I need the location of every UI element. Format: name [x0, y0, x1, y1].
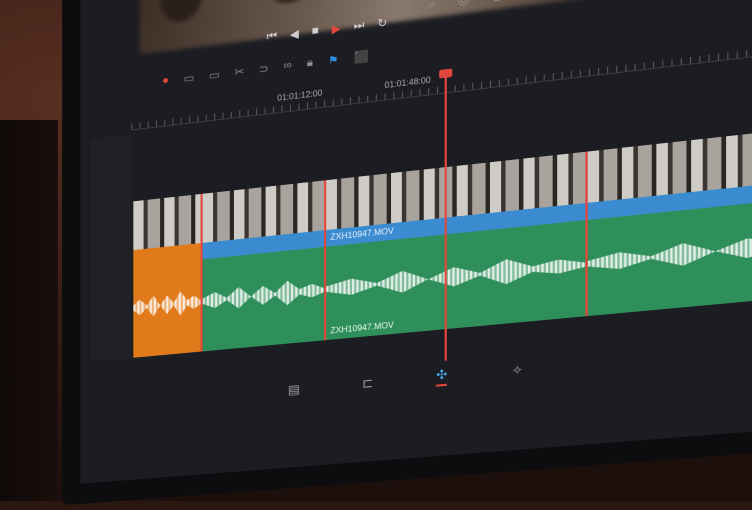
step-back-icon[interactable]: ◀ — [290, 26, 299, 41]
video-clip[interactable] — [133, 194, 203, 267]
track-headers[interactable] — [90, 135, 131, 362]
select-icon[interactable]: ▭ — [184, 70, 195, 85]
link-icon[interactable]: ∞ — [283, 59, 291, 72]
monitor: ⌕ ◎ ◉ ⏮ ◀ ■ ▶ ⏭ ↻ ● ▭ ▭ ✂ ⊃ ∞ 🔒︎ ⚑ ⬛ 01:… — [0, 0, 752, 501]
clip-name: ZXH10947.MOV — [330, 320, 393, 335]
waveform — [588, 218, 752, 278]
trim-icon[interactable]: ▭ — [209, 67, 220, 82]
skip-back-icon[interactable]: ⏮ — [267, 29, 277, 44]
play-icon[interactable]: ▶ — [332, 21, 341, 36]
waveform — [133, 288, 200, 321]
audio-clip[interactable] — [203, 247, 326, 352]
media-page-icon[interactable]: ▤ — [288, 382, 300, 398]
video-clip[interactable] — [203, 180, 326, 259]
zoom-icon[interactable]: ⌕ — [428, 0, 435, 13]
video-clip[interactable] — [588, 116, 752, 220]
marker-icon[interactable]: ⬛ — [354, 49, 369, 64]
cut-page-icon[interactable]: ⊏ — [362, 375, 373, 391]
loop-icon[interactable]: ↻ — [377, 15, 387, 30]
snap-icon[interactable]: ⊃ — [259, 61, 269, 76]
playhead[interactable] — [445, 71, 447, 361]
fusion-page-icon[interactable]: ✧ — [512, 362, 523, 378]
lock-icon[interactable]: 🔒︎ — [307, 56, 313, 70]
razor-icon[interactable]: ✂ — [234, 64, 244, 79]
waveform — [326, 250, 586, 303]
skip-forward-icon[interactable]: ⏭ — [354, 18, 365, 33]
edit-page-icon[interactable]: ✣ — [436, 367, 447, 387]
editor-screen: ⌕ ◎ ◉ ⏮ ◀ ■ ▶ ⏭ ↻ ● ▭ ▭ ✂ ⊃ ∞ 🔒︎ ⚑ ⬛ 01:… — [80, 0, 752, 484]
flag-icon[interactable]: ⚑ — [328, 53, 339, 68]
record-icon[interactable]: ● — [162, 74, 169, 87]
waveform — [203, 276, 324, 315]
stop-icon[interactable]: ■ — [312, 24, 319, 37]
audio-clip[interactable] — [133, 259, 203, 358]
audio-icon[interactable]: ◎ — [458, 0, 470, 9]
